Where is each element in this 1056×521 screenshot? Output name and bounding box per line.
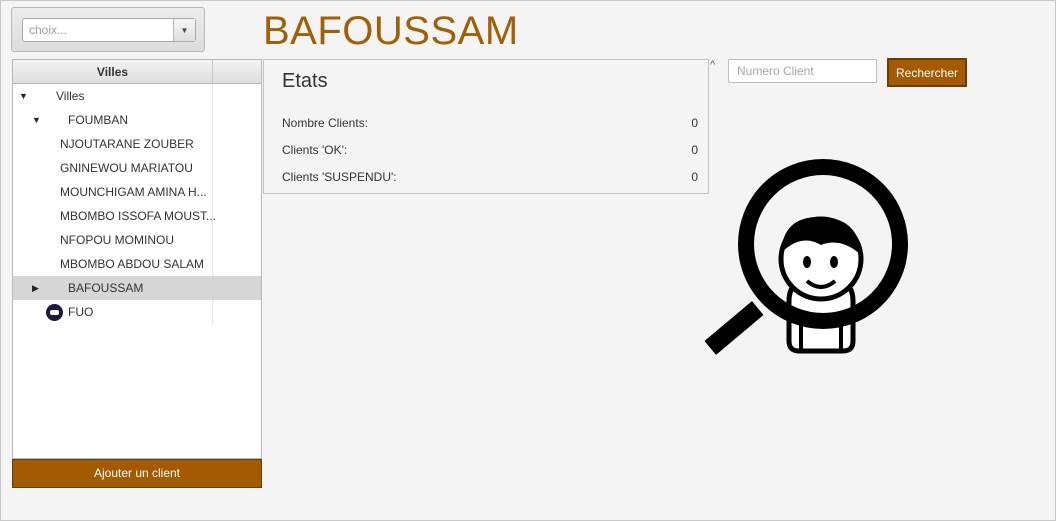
tree-row-client[interactable]: MOUNCHIGAM AMINA H... [13,180,261,204]
client-number-input[interactable] [728,59,877,83]
tree-row-label: NFOPOU MOMINOU [60,233,174,247]
location-icon [46,304,63,321]
tree-row-villes[interactable]: ▼ Villes [13,84,261,108]
stat-value: 0 [691,143,698,157]
stat-label: Clients 'OK': [282,143,348,157]
search-button[interactable]: Rechercher [887,58,967,87]
etats-panel: Etats Nombre Clients: 0 Clients 'OK': 0 … [263,59,709,194]
app-window: choix... ▼ BAFOUSSAM Villes ▼ Villes ▼ F… [0,0,1056,521]
tree-row-label: MOUNCHIGAM AMINA H... [60,185,207,199]
tree-row-label: FUO [68,305,94,319]
tree-row-client[interactable]: GNINEWOU MARIATOU [13,156,261,180]
stat-label: Nombre Clients: [282,116,369,130]
tree-column-header[interactable]: Villes [13,60,213,83]
stat-row-suspendu: Clients 'SUSPENDU': 0 [282,170,698,184]
tree-body: ▼ Villes ▼ FOUMBAN NJOUTARANE ZOUBER GNI… [13,84,261,324]
stat-label: Clients 'SUSPENDU': [282,170,397,184]
tree-row-client[interactable]: MBOMBO ABDOU SALAM [13,252,261,276]
tree-row-label: MBOMBO ISSOFA MOUST... [60,209,217,223]
collapse-arrow-icon[interactable]: ▶ [32,283,39,294]
cities-tree-table[interactable]: Villes ▼ Villes ▼ FOUMBAN NJOUTARANE ZOU… [12,59,262,459]
city-select-panel: choix... ▼ [11,7,205,52]
stat-value: 0 [691,170,698,184]
tree-row-label: GNINEWOU MARIATOU [60,161,193,175]
tree-row-label: NJOUTARANE ZOUBER [60,137,194,151]
add-client-button[interactable]: Ajouter un client [12,459,262,488]
chevron-down-icon[interactable]: ▼ [173,19,195,41]
expand-arrow-icon[interactable]: ▼ [19,91,28,101]
stat-row-ok: Clients 'OK': 0 [282,143,698,157]
stat-row-total: Nombre Clients: 0 [282,116,698,130]
search-person-icon [704,159,908,355]
etats-title: Etats [282,70,328,92]
city-select-placeholder[interactable]: choix... [23,19,173,41]
tree-column-header-extra [213,60,261,83]
tree-header: Villes [13,60,261,84]
tree-row-label: FOUMBAN [68,113,128,127]
city-select[interactable]: choix... ▼ [22,18,196,42]
tree-row-bafoussam[interactable]: ▶ BAFOUSSAM [13,276,261,300]
page-title: BAFOUSSAM [263,9,519,53]
tree-row-label: Villes [56,89,85,103]
collapse-caret-icon[interactable]: ^ [710,59,715,71]
tree-row-fuo[interactable]: FUO [13,300,261,324]
tree-row-label: MBOMBO ABDOU SALAM [60,257,205,271]
tree-row-foumban[interactable]: ▼ FOUMBAN [13,108,261,132]
stat-value: 0 [691,116,698,130]
expand-arrow-icon[interactable]: ▼ [32,115,41,125]
tree-row-client[interactable]: MBOMBO ISSOFA MOUST... [13,204,261,228]
tree-row-client[interactable]: NJOUTARANE ZOUBER [13,132,261,156]
tree-row-client[interactable]: NFOPOU MOMINOU [13,228,261,252]
tree-row-label: BAFOUSSAM [68,281,144,295]
